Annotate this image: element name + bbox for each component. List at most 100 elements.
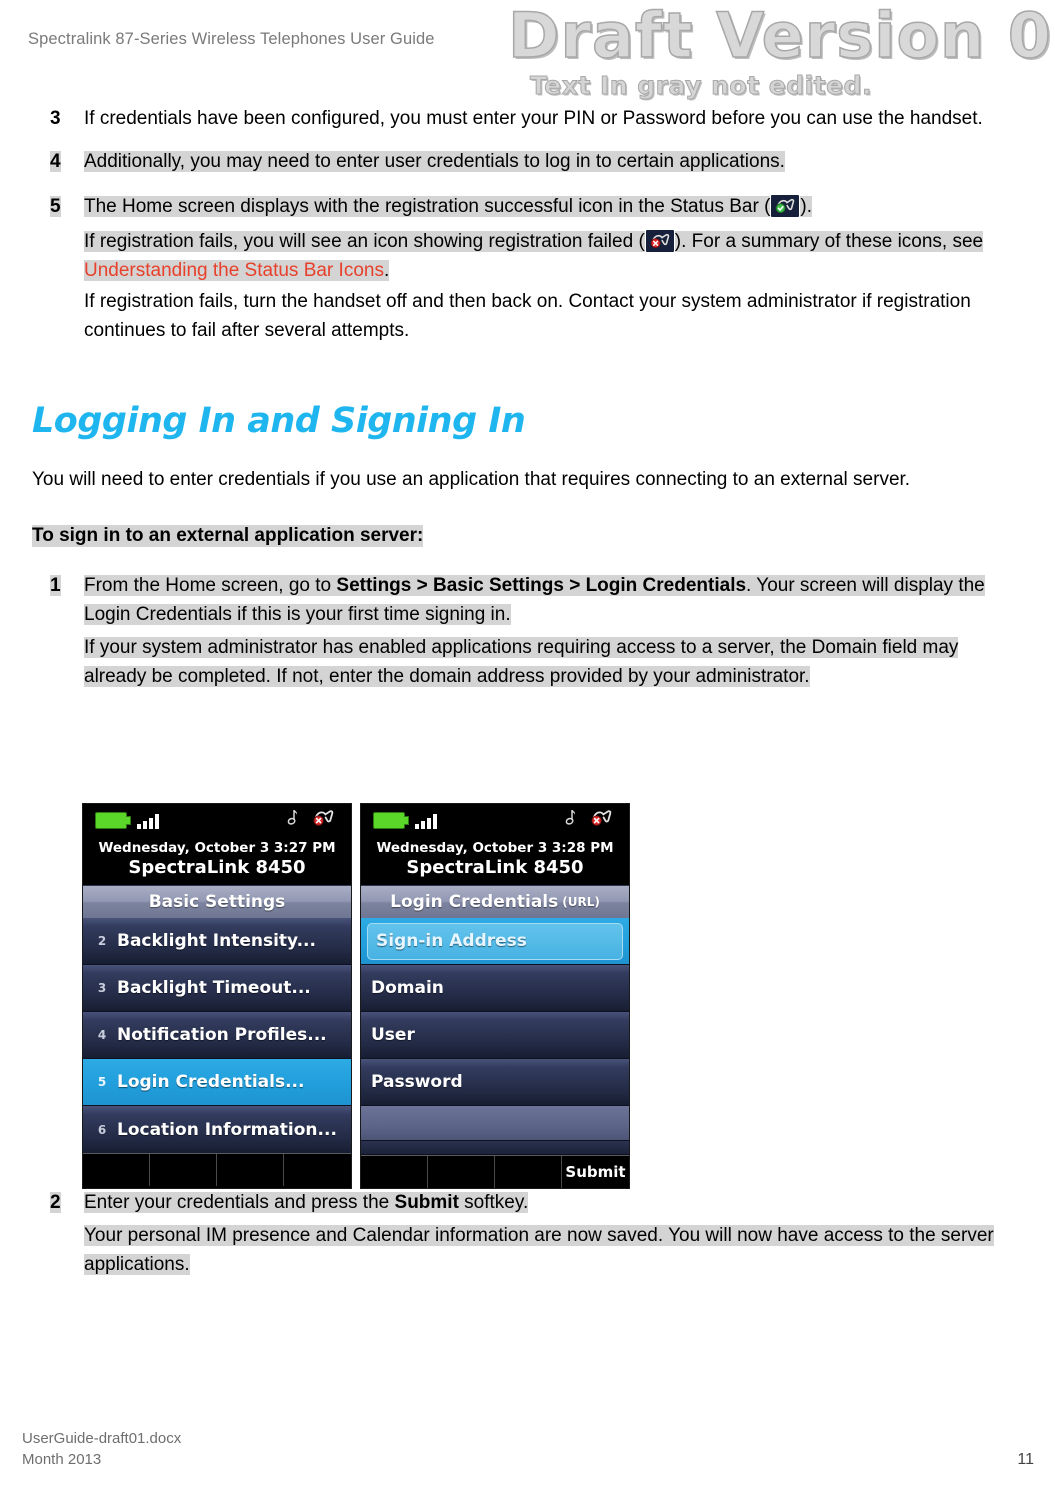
phone-status-bar: [83, 804, 351, 837]
footer-filename: UserGuide-draft01.docx: [22, 1430, 182, 1447]
phone-softkey[interactable]: [83, 1154, 150, 1186]
status-bar-right-icons: [281, 808, 335, 828]
footer-page-number: 11: [1017, 1451, 1034, 1468]
document-body: 3 If credentials have been configured, y…: [32, 104, 994, 701]
phone-title-block: Wednesday, October 3 3:28 PM SpectraLink…: [361, 837, 629, 886]
battery-icon: [373, 812, 409, 829]
step2-part1: Enter your credentials and press the: [84, 1192, 395, 1213]
document-page: Spectralink 87-Series Wireless Telephone…: [0, 0, 1055, 1492]
status-bar-right-icons: [559, 808, 613, 828]
phone-menu-item-label: Location Information...: [117, 1119, 337, 1140]
phone-menu-item[interactable]: 2 Backlight Intensity...: [83, 918, 351, 965]
step-item: 1 From the Home screen, go to Settings >…: [32, 571, 994, 629]
phone-field[interactable]: Domain: [361, 965, 629, 1012]
phone-menu-item-selected[interactable]: 5 Login Credentials...: [83, 1059, 351, 1106]
phone-menu-item-number: 6: [97, 1122, 107, 1137]
status-bar-icons-link[interactable]: Understanding the Status Bar Icons: [84, 260, 384, 281]
step-number: 3: [50, 108, 61, 129]
step-item: 5 The Home screen displays with the regi…: [32, 192, 994, 221]
phone-status-bar: [361, 804, 629, 837]
phone-empty-area: [361, 1106, 629, 1141]
document-header: Spectralink 87-Series Wireless Telephone…: [28, 4, 1055, 101]
phone-datetime: Wednesday, October 3 3:27 PM: [98, 840, 336, 856]
registration-failed-status-icon: [313, 810, 334, 826]
document-body-lower: 2 Enter your credentials and press the S…: [32, 1188, 994, 1283]
phone-softkey[interactable]: [361, 1156, 428, 1188]
phone-menu-item-number: 3: [97, 981, 107, 995]
section-lead-paragraph: You will need to enter credentials if yo…: [32, 469, 911, 490]
phone-softkey-submit[interactable]: Submit: [562, 1156, 629, 1188]
phone-screenshot-basic-settings: Wednesday, October 3 3:27 PM SpectraLink…: [82, 803, 352, 1189]
phone-softkey[interactable]: [428, 1156, 495, 1188]
phone-menu-item[interactable]: 3 Backlight Timeout...: [83, 965, 351, 1012]
step2-part2: softkey.: [458, 1192, 529, 1213]
registration-failed-icon: [645, 230, 674, 252]
phone-menu-title-text: Basic Settings: [148, 892, 286, 912]
document-footer: UserGuide-draft01.docx Month 2013 11: [22, 1428, 1034, 1470]
registration-failed-status-icon: [591, 810, 612, 826]
phone-model-name: SpectraLink 8450: [128, 857, 306, 878]
phone-field-input[interactable]: Sign-in Address: [367, 922, 623, 960]
phone-field[interactable]: Password: [361, 1059, 629, 1106]
step5-retry-paragraph: If registration fails, turn the handset …: [84, 291, 971, 341]
signal-strength-icon: [415, 813, 437, 829]
phone-title-block: Wednesday, October 3 3:27 PM SpectraLink…: [83, 837, 351, 886]
step5-fail-paragraph: If registration fails, you will see an i…: [84, 227, 994, 285]
phone-menu-item[interactable]: 6 Location Information...: [83, 1106, 351, 1153]
phone-field-selected[interactable]: Sign-in Address: [361, 918, 629, 965]
step-item: 2 Enter your credentials and press the S…: [32, 1188, 994, 1217]
step-text: Additionally, you may need to enter user…: [84, 151, 785, 172]
page-title: Logging In and Signing In: [32, 401, 526, 441]
step-text: If credentials have been configured, you…: [84, 108, 983, 129]
step1-part1: From the Home screen, go to: [84, 575, 337, 596]
step-number: 4: [50, 151, 61, 172]
phone-menu-item-label: Backlight Intensity...: [117, 931, 316, 951]
phone-softkey[interactable]: [495, 1156, 562, 1188]
phone-field[interactable]: User: [361, 1012, 629, 1059]
music-note-icon: [565, 810, 576, 825]
draft-watermark: Draft Version 01 Text In gray not edited…: [507, 4, 1055, 101]
phone-softkey-bar: Submit: [361, 1155, 629, 1188]
step-item: 4 Additionally, you may need to enter us…: [32, 147, 994, 176]
step-text: From the Home screen, go to Settings > B…: [84, 571, 994, 629]
registration-success-icon: [771, 195, 800, 217]
phone-menu-item-number: 4: [97, 1028, 107, 1042]
phone-datetime: Wednesday, October 3 3:28 PM: [376, 840, 614, 856]
step5-text-after: ).: [800, 196, 813, 217]
phone-menu-title: Login Credentials (URL): [361, 886, 629, 918]
phone-softkey[interactable]: [217, 1154, 284, 1186]
watermark-sub-text: Text In gray not edited.: [530, 71, 872, 101]
fail-text-suffix: .: [383, 260, 390, 281]
phone-softkey[interactable]: [284, 1154, 351, 1186]
phone-field-label: User: [371, 1025, 415, 1045]
phone-menu-item-label: Notification Profiles...: [117, 1025, 327, 1045]
fail-text-before: If registration fails, you will see an i…: [84, 231, 645, 252]
step-number: 2: [50, 1192, 61, 1213]
phone-field-label: Password: [371, 1072, 463, 1092]
phone-empty-area: [361, 1141, 629, 1155]
phone-softkey[interactable]: [150, 1154, 217, 1186]
step1-sub-paragraph: If your system administrator has enabled…: [84, 637, 959, 687]
music-note-icon: [287, 810, 298, 825]
phone-menu-item-number: 5: [97, 1075, 107, 1089]
phone-menu-item-number: 2: [97, 934, 107, 948]
phone-menu-item-label: Backlight Timeout...: [117, 978, 311, 998]
footer-date: Month 2013: [22, 1451, 102, 1468]
footer-bottom-row: Month 2013 11: [22, 1449, 1034, 1470]
signal-strength-icon: [137, 813, 159, 829]
fail-text-after: ). For a summary of these icons, see: [674, 231, 984, 252]
phone-menu-item[interactable]: 4 Notification Profiles...: [83, 1012, 351, 1059]
step5-text-before: The Home screen displays with the regist…: [84, 196, 771, 217]
phone-menu-title-sub: (URL): [562, 895, 600, 909]
step-number: 5: [50, 196, 61, 217]
step1-bold-path: Settings > Basic Settings > Login Creden…: [336, 575, 747, 596]
step-text: The Home screen displays with the regist…: [84, 192, 994, 221]
phone-screenshots-figure: Wednesday, October 3 3:27 PM SpectraLink…: [82, 803, 630, 1189]
phone-menu-title: Basic Settings: [83, 886, 351, 918]
phone-menu-item-label: Login Credentials...: [117, 1072, 305, 1092]
step-text: Enter your credentials and press the Sub…: [84, 1188, 994, 1217]
section-subheading: To sign in to an external application se…: [32, 525, 424, 547]
step-item: 3 If credentials have been configured, y…: [32, 104, 994, 133]
phone-menu-title-text: Login Credentials: [390, 892, 559, 912]
phone-screenshot-login-credentials: Wednesday, October 3 3:28 PM SpectraLink…: [360, 803, 630, 1189]
